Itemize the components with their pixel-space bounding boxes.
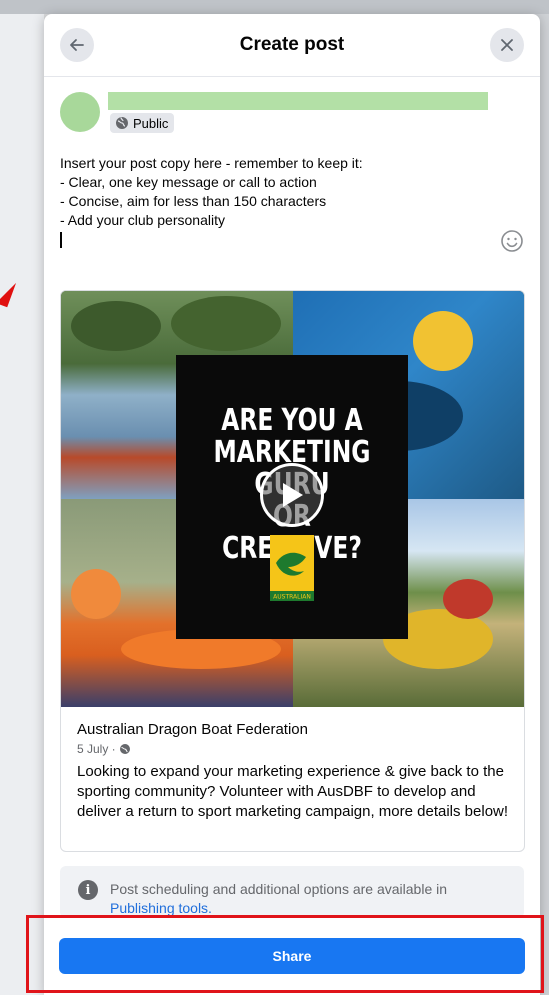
preview-meta: 5 July · xyxy=(77,742,517,756)
audience-selector[interactable]: Public xyxy=(110,113,175,133)
close-icon xyxy=(501,39,513,51)
globe-icon xyxy=(115,116,129,130)
info-icon: i xyxy=(78,880,98,900)
redacted-page-name xyxy=(108,92,488,110)
logo-text: AUSTRALIAN xyxy=(273,594,311,601)
preview-page-name[interactable]: Australian Dragon Boat Federation xyxy=(77,721,517,738)
preview-image[interactable]: ARE YOU A MARKETING GURU OR CREATIVE? AU… xyxy=(61,291,524,707)
preview-description: Looking to expand your marketing experie… xyxy=(77,763,509,820)
background-page-top xyxy=(0,0,549,14)
dialog-title: Create post xyxy=(239,34,345,55)
create-post-dialog: Create post Public Insert your post copy… xyxy=(44,14,540,995)
highlight-annotation xyxy=(26,915,544,993)
globe-icon xyxy=(119,744,130,754)
notice-message: Post scheduling and additional options a… xyxy=(110,881,448,897)
notice-text: Post scheduling and additional options a… xyxy=(110,880,510,918)
smiley-icon xyxy=(501,230,523,252)
close-button[interactable] xyxy=(490,28,524,62)
text-caret xyxy=(60,232,62,248)
publishing-tools-link[interactable]: Publishing tools. xyxy=(110,900,212,916)
dialog-header: Create post xyxy=(44,14,540,77)
play-button[interactable] xyxy=(260,463,324,527)
avatar xyxy=(60,92,100,132)
link-preview-card[interactable]: ARE YOU A MARKETING GURU OR CREATIVE? AU… xyxy=(60,290,525,852)
ausdbf-logo: AUSTRALIAN xyxy=(270,535,314,601)
background-page-left xyxy=(0,0,44,995)
scheduling-notice: i Post scheduling and additional options… xyxy=(60,866,524,918)
emoji-button[interactable] xyxy=(500,229,524,253)
post-text-input[interactable]: Insert your post copy here - remember to… xyxy=(60,154,500,230)
headline-panel: ARE YOU A MARKETING GURU OR CREATIVE? AU… xyxy=(176,355,408,639)
preview-date: 5 July · xyxy=(77,742,116,756)
play-icon xyxy=(283,483,303,507)
preview-text: Australian Dragon Boat Federation 5 July… xyxy=(77,721,517,822)
audience-label: Public xyxy=(133,115,169,131)
